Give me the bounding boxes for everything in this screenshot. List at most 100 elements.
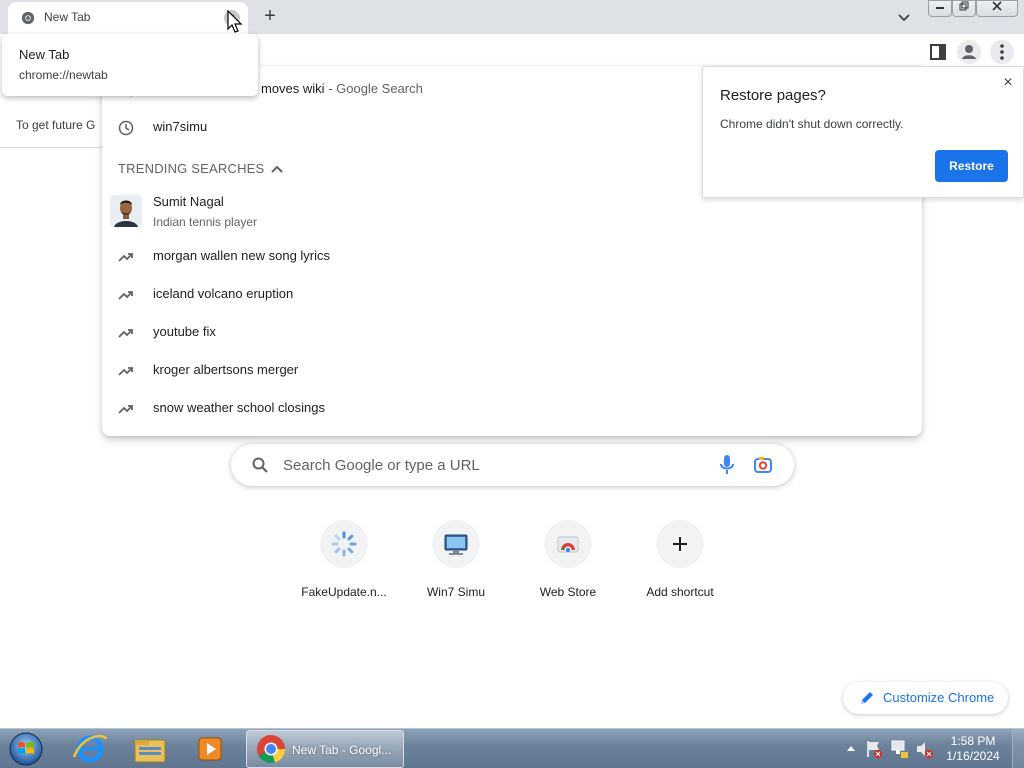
tab-hover-card: New Tab chrome://newtab bbox=[2, 34, 258, 96]
web-store-icon bbox=[557, 536, 579, 553]
internet-explorer-icon bbox=[72, 734, 108, 763]
shortcut-icon-circle bbox=[656, 520, 704, 568]
chevron-down-icon bbox=[898, 14, 910, 22]
restore-pages-bubble: Restore pages? Chrome didn't shut down c… bbox=[702, 66, 1024, 198]
hovercard-title: New Tab bbox=[19, 47, 70, 62]
trending-up-icon bbox=[118, 405, 133, 414]
start-button[interactable] bbox=[6, 731, 46, 767]
trending-item-text: youtube fix bbox=[153, 324, 216, 339]
shortcut-label: Web Store bbox=[539, 585, 597, 599]
media-player-icon bbox=[198, 737, 222, 761]
tab-strip: New Tab × + bbox=[0, 0, 1024, 34]
hovercard-url: chrome://newtab bbox=[19, 68, 108, 82]
entity-thumbnail bbox=[110, 195, 142, 227]
clock-time: 1:58 PM bbox=[950, 734, 996, 748]
shortcut-tile[interactable]: FakeUpdate.n... bbox=[288, 520, 400, 610]
restore-window-icon bbox=[959, 1, 969, 11]
trending-item[interactable]: youtube fix bbox=[102, 314, 922, 350]
microphone-icon[interactable] bbox=[717, 454, 737, 476]
tab-title: New Tab bbox=[44, 10, 91, 24]
shortcut-icon-circle bbox=[544, 520, 592, 568]
shortcut-tile[interactable]: Web Store bbox=[512, 520, 624, 610]
taskbar-clock[interactable]: 1:58 PM 1/16/2024 bbox=[940, 734, 1006, 764]
monitor-icon bbox=[444, 534, 468, 555]
customize-chrome-label: Customize Chrome bbox=[883, 690, 995, 705]
sync-banner-text: To get future G bbox=[16, 118, 96, 132]
trending-item[interactable]: kroger albertsons merger bbox=[102, 352, 922, 388]
trending-up-icon bbox=[118, 367, 133, 376]
shortcut-icon-circle bbox=[320, 520, 368, 568]
search-placeholder: Search Google or type a URL bbox=[283, 457, 480, 474]
shortcut-icon-circle bbox=[432, 520, 480, 568]
google-lens-icon[interactable] bbox=[753, 455, 773, 475]
sync-banner: To get future G bbox=[0, 104, 104, 148]
tab-search-button[interactable] bbox=[893, 6, 915, 28]
explorer-icon bbox=[134, 739, 166, 763]
trending-item[interactable]: snow weather school closings bbox=[102, 390, 922, 426]
taskbar-explorer[interactable] bbox=[124, 731, 176, 767]
clock-date: 1/16/2024 bbox=[946, 749, 1000, 763]
more-vert-icon bbox=[1000, 44, 1004, 60]
shortcut-label: Win7 Simu bbox=[426, 585, 485, 599]
shortcut-tile[interactable]: Win7 Simu bbox=[400, 520, 512, 610]
new-tab-button[interactable]: + bbox=[258, 4, 282, 28]
windows-taskbar: New Tab - Googl... 1:58 PM 1/16/2024 bbox=[0, 728, 1024, 768]
shortcut-label: FakeUpdate.n... bbox=[301, 585, 387, 599]
trending-item-text: morgan wallen new song lyrics bbox=[153, 248, 331, 263]
trending-item[interactable]: morgan wallen new song lyrics bbox=[102, 238, 922, 274]
restore-message: Chrome didn't shut down correctly. bbox=[720, 117, 904, 131]
tab-new-tab[interactable]: New Tab × bbox=[8, 2, 248, 34]
customize-chrome-button[interactable]: Customize Chrome bbox=[843, 682, 1008, 714]
menu-button[interactable] bbox=[990, 40, 1014, 64]
mouse-cursor-icon bbox=[227, 10, 243, 33]
chevron-up-icon[interactable] bbox=[270, 162, 284, 176]
trending-header: TRENDING SEARCHES bbox=[118, 161, 265, 176]
pencil-icon bbox=[861, 692, 873, 704]
person-photo-icon bbox=[110, 195, 142, 227]
trending-item-text: snow weather school closings bbox=[153, 400, 325, 415]
chrome-favicon-icon bbox=[21, 11, 35, 25]
volume-muted-icon[interactable] bbox=[914, 729, 934, 768]
trending-up-icon bbox=[118, 253, 133, 262]
trending-item-text: iceland volcano eruption bbox=[153, 286, 294, 301]
taskbar-chrome-window[interactable]: New Tab - Googl... bbox=[246, 730, 404, 768]
minimize-icon bbox=[936, 7, 944, 9]
suggestion-query: moves wiki bbox=[261, 81, 325, 96]
search-icon bbox=[252, 457, 268, 473]
shortcut-label: Add shortcut bbox=[646, 585, 714, 599]
entity-description: Indian tennis player bbox=[153, 215, 258, 229]
trending-up-icon bbox=[118, 329, 133, 338]
restore-title: Restore pages? bbox=[720, 87, 826, 104]
close-window-button[interactable] bbox=[976, 0, 1018, 17]
side-panel-icon bbox=[930, 44, 946, 60]
trending-item[interactable]: iceland volcano eruption bbox=[102, 276, 922, 312]
profile-icon bbox=[962, 45, 976, 59]
trending-item-text: kroger albertsons merger bbox=[153, 362, 299, 377]
chrome-icon bbox=[257, 735, 286, 764]
action-center-flag-icon[interactable] bbox=[864, 729, 884, 768]
suggestion-text: win7simu bbox=[153, 119, 208, 134]
profile-button[interactable] bbox=[957, 40, 981, 64]
trending-up-icon bbox=[118, 291, 133, 300]
maximize-button[interactable] bbox=[952, 0, 976, 17]
plus-icon bbox=[673, 537, 687, 551]
minimize-button[interactable] bbox=[928, 0, 952, 17]
close-icon bbox=[992, 1, 1002, 11]
shortcut-tile[interactable]: Add shortcut bbox=[624, 520, 736, 610]
clock-icon bbox=[118, 120, 134, 136]
entity-name: Sumit Nagal bbox=[153, 194, 224, 209]
suggestion-suffix: - Google Search bbox=[324, 81, 423, 96]
suggestion-text: moves wiki - Google Search bbox=[261, 81, 423, 96]
ntp-search-box[interactable]: Search Google or type a URL bbox=[231, 444, 794, 486]
taskbar-chrome-label: New Tab - Googl... bbox=[292, 743, 392, 757]
spinner-icon bbox=[331, 531, 357, 557]
taskbar-internet-explorer[interactable] bbox=[64, 731, 116, 767]
network-icon[interactable] bbox=[890, 729, 910, 768]
taskbar-media-player[interactable] bbox=[184, 731, 236, 767]
show-hidden-icons-icon[interactable] bbox=[844, 729, 858, 768]
side-panel-button[interactable] bbox=[926, 40, 950, 64]
windows-orb-icon bbox=[9, 732, 43, 766]
show-desktop-button[interactable] bbox=[1012, 729, 1024, 768]
restore-close-button[interactable]: × bbox=[1000, 75, 1016, 91]
restore-button[interactable]: Restore bbox=[935, 150, 1008, 182]
